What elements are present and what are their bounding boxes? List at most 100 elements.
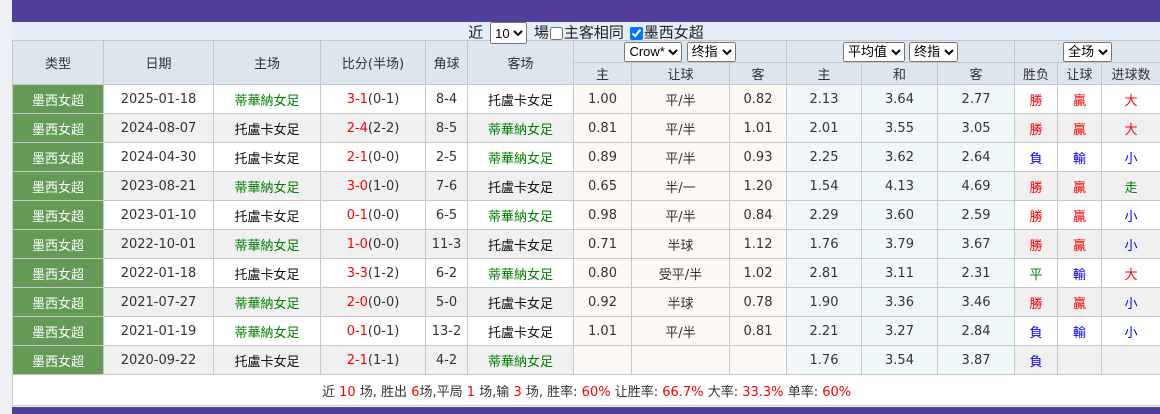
col-date: 日期 bbox=[103, 40, 214, 85]
avg-draw: 3.64 bbox=[861, 84, 939, 114]
league-checkbox[interactable] bbox=[629, 26, 643, 40]
match-date: 2022-10-01 bbox=[103, 229, 214, 259]
corners: 6-2 bbox=[425, 258, 468, 288]
odds-type-select[interactable]: 终指 bbox=[686, 41, 736, 62]
corners: 7-6 bbox=[425, 171, 468, 201]
league-badge: 墨西女超 bbox=[12, 287, 104, 317]
goals-result: 小 bbox=[1101, 287, 1160, 317]
result: 勝 bbox=[1014, 200, 1059, 230]
summary-label: 让胜率: bbox=[614, 384, 659, 400]
subcol-avg-home: 主 bbox=[786, 62, 863, 85]
match-score: 0-1(0-0) bbox=[320, 200, 426, 230]
away-team[interactable]: 托盧卡女足 bbox=[467, 171, 574, 201]
half-time-score: (2-2) bbox=[367, 120, 400, 136]
match-date: 2021-07-27 bbox=[103, 287, 214, 317]
goals-result: 小 bbox=[1101, 316, 1160, 346]
home-team[interactable]: 蒂華納女足 bbox=[213, 287, 321, 317]
avg-draw: 3.36 bbox=[861, 287, 939, 317]
away-team[interactable]: 托盧卡女足 bbox=[467, 316, 574, 346]
full-time-score: 0-1 bbox=[346, 207, 368, 223]
odds-away: 0.93 bbox=[728, 142, 788, 172]
home-team[interactable]: 蒂華納女足 bbox=[213, 316, 321, 346]
odds-handicap: 平/半 bbox=[631, 84, 730, 114]
goals-result bbox=[1101, 345, 1160, 375]
result: 勝 bbox=[1014, 171, 1059, 201]
match-score: 1-0(0-0) bbox=[320, 229, 426, 259]
away-team[interactable]: 托盧卡女足 bbox=[467, 229, 574, 259]
half-time-score: (1-1) bbox=[367, 352, 400, 368]
home-team[interactable]: 托盧卡女足 bbox=[213, 345, 321, 375]
avg-draw: 4.13 bbox=[861, 171, 939, 201]
summary-games: 10 bbox=[339, 384, 356, 400]
col-type: 类型 bbox=[12, 40, 104, 85]
away-team[interactable]: 托盧卡女足 bbox=[467, 287, 574, 317]
summary-draws: 1 bbox=[466, 384, 476, 400]
summary-handicap-rate: 66.7% bbox=[662, 384, 704, 400]
summary-label: 近 bbox=[321, 384, 335, 400]
half-time-score: (0-0) bbox=[367, 236, 400, 252]
odds-away: 1.02 bbox=[728, 258, 788, 288]
filter-prefix: 近 bbox=[468, 23, 484, 42]
half-time-score: (0-0) bbox=[367, 294, 400, 310]
home-team[interactable]: 蒂華納女足 bbox=[213, 84, 321, 114]
away-team[interactable]: 蒂華納女足 bbox=[467, 113, 574, 143]
average-select[interactable]: 平均值 bbox=[842, 41, 905, 62]
subcol-result: 胜负 bbox=[1014, 62, 1059, 85]
handicap-result: 贏 bbox=[1057, 200, 1103, 230]
handicap-result: 贏 bbox=[1057, 287, 1103, 317]
away-team[interactable]: 蒂華納女足 bbox=[467, 200, 574, 230]
table-row: 墨西女超 2021-01-19 蒂華納女足 0-1(0-1) 13-2 托盧卡女足 1.01… bbox=[12, 316, 1160, 346]
match-score: 2-0(0-0) bbox=[320, 287, 426, 317]
summary-label: 场, 胜出 bbox=[359, 384, 408, 400]
avg-away: 3.87 bbox=[937, 345, 1016, 375]
odds-home: 0.65 bbox=[573, 171, 632, 201]
home-team[interactable]: 托盧卡女足 bbox=[213, 200, 321, 230]
league-badge: 墨西女超 bbox=[12, 171, 104, 201]
match-count-select[interactable]: 10 bbox=[490, 22, 528, 44]
avg-odds-type-select[interactable]: 终指 bbox=[909, 41, 959, 62]
summary-label: 场,平局 bbox=[419, 384, 463, 400]
result-header: 全场 bbox=[1014, 40, 1160, 63]
away-team[interactable]: 蒂華納女足 bbox=[467, 142, 574, 172]
avg-home: 2.29 bbox=[786, 200, 863, 230]
home-team[interactable]: 蒂華納女足 bbox=[213, 171, 321, 201]
subcol-handicap-result: 让球 bbox=[1057, 62, 1103, 85]
handicap-result bbox=[1057, 345, 1103, 375]
summary-over-rate: 33.3% bbox=[742, 384, 784, 400]
result: 勝 bbox=[1014, 287, 1059, 317]
half-time-score: (0-0) bbox=[367, 149, 400, 165]
company-select[interactable]: Crow* bbox=[624, 41, 683, 62]
corners: 13-2 bbox=[425, 316, 468, 346]
avg-home: 1.76 bbox=[786, 229, 863, 259]
col-score: 比分(半场) bbox=[320, 40, 426, 85]
avg-header: 平均值 终指 bbox=[786, 40, 1016, 63]
goals-result: 大 bbox=[1101, 113, 1160, 143]
odds-away: 1.12 bbox=[728, 229, 788, 259]
half-time-score: (1-2) bbox=[367, 265, 400, 281]
period-select[interactable]: 全场 bbox=[1063, 41, 1113, 62]
half-time-score: (0-1) bbox=[367, 323, 400, 339]
avg-away: 3.46 bbox=[937, 287, 1016, 317]
match-date: 2022-01-18 bbox=[103, 258, 214, 288]
league-badge: 墨西女超 bbox=[12, 113, 104, 143]
half-time-score: (1-0) bbox=[367, 178, 400, 194]
filter-suffix: 場 bbox=[533, 23, 549, 42]
corners: 11-3 bbox=[425, 229, 468, 259]
table-row: 墨西女超 2022-01-18 托盧卡女足 3-3(1-2) 6-2 蒂華納女足 0.80 受… bbox=[12, 258, 1160, 288]
summary-label: 单率: bbox=[787, 384, 819, 400]
home-team[interactable]: 蒂華納女足 bbox=[213, 229, 321, 259]
home-team[interactable]: 托盧卡女足 bbox=[213, 258, 321, 288]
handicap-result: 贏 bbox=[1057, 84, 1103, 114]
goals-result: 小 bbox=[1101, 200, 1160, 230]
match-date: 2025-01-18 bbox=[103, 84, 214, 114]
away-team[interactable]: 蒂華納女足 bbox=[467, 258, 574, 288]
half-time-score: (0-0) bbox=[367, 207, 400, 223]
summary-odd-rate: 60% bbox=[822, 384, 852, 400]
full-time-score: 0-1 bbox=[346, 323, 368, 339]
home-team[interactable]: 托盧卡女足 bbox=[213, 113, 321, 143]
league-badge: 墨西女超 bbox=[12, 258, 104, 288]
away-team[interactable]: 蒂華納女足 bbox=[467, 345, 574, 375]
same-home-checkbox[interactable] bbox=[549, 26, 563, 40]
away-team[interactable]: 托盧卡女足 bbox=[467, 84, 574, 114]
home-team[interactable]: 托盧卡女足 bbox=[213, 142, 321, 172]
